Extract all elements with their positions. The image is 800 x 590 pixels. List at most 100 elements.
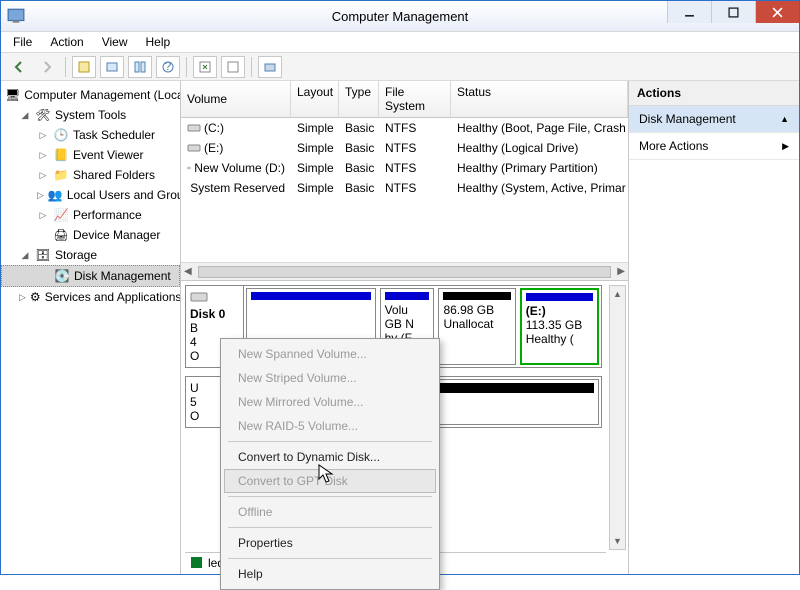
tree-perf[interactable]: ▷ 📈 Performance — [1, 205, 180, 225]
titlebar: Computer Management — [1, 1, 799, 31]
tree-systools[interactable]: ◢🛠System Tools — [1, 105, 180, 125]
partition-selected[interactable]: (E:)113.35 GBHealthy ( — [520, 288, 599, 365]
tree-storage[interactable]: ◢ 🗄 Storage — [1, 245, 180, 265]
settings-icon[interactable] — [221, 56, 245, 78]
more-actions[interactable]: More Actions▶ — [629, 133, 799, 160]
tree-label: System Tools — [55, 108, 126, 122]
close-button[interactable] — [755, 1, 799, 23]
col-status[interactable]: Status — [451, 81, 628, 117]
collapse-icon[interactable]: ▲ — [780, 114, 789, 124]
menu-file[interactable]: File — [5, 33, 40, 51]
app-icon — [7, 7, 25, 25]
actions-title-row[interactable]: Disk Management ▲ — [629, 106, 799, 133]
expand-icon[interactable]: ▷ — [37, 189, 44, 201]
tree-services[interactable]: ▷⚙Services and Applications — [1, 287, 180, 307]
menu-new-mirrored: New Mirrored Volume... — [224, 390, 436, 414]
disk-icon: 💽 — [54, 268, 70, 284]
tree-root[interactable]: 🖥Computer Management (Local — [1, 85, 180, 105]
legend-swatch — [191, 557, 202, 568]
menu-separator — [228, 441, 432, 442]
volume-row[interactable]: (E:) Simple Basic NTFS Healthy (Logical … — [181, 138, 628, 158]
scroll-left-icon[interactable]: ◀ — [184, 266, 192, 277]
volume-row[interactable]: New Volume (D:) Simple Basic NTFS Health… — [181, 158, 628, 178]
tree-task[interactable]: ▷ 🕒 Task Scheduler — [1, 125, 180, 145]
cell: Healthy (Primary Partition) — [451, 160, 628, 176]
tree-devmgr[interactable]: 🖨Device Manager — [1, 225, 180, 245]
menu-action[interactable]: Action — [42, 33, 91, 51]
col-filesystem[interactable]: File System — [379, 81, 451, 117]
col-layout[interactable]: Layout — [291, 81, 339, 117]
list-header[interactable]: Volume Layout Type File System Status — [181, 81, 628, 118]
tree-diskmgmt[interactable]: 💽Disk Management — [1, 265, 180, 287]
cell: (E:) — [204, 141, 223, 155]
scroll-thumb[interactable] — [198, 266, 612, 278]
part-text: Unallocat — [443, 317, 510, 331]
menubar: File Action View Help — [1, 31, 799, 53]
toolbar-divider — [251, 57, 252, 77]
expand-icon[interactable]: ▷ — [37, 209, 49, 221]
collapse-icon[interactable]: ◢ — [19, 109, 31, 121]
scroll-down-icon[interactable]: ▼ — [610, 533, 625, 549]
forward-button[interactable] — [35, 56, 59, 78]
disk-name: Disk 0 — [190, 307, 239, 321]
actions-title: Disk Management — [639, 112, 736, 126]
toolbar-icon-1[interactable] — [72, 56, 96, 78]
tree-label: Local Users and Groups — [67, 188, 181, 202]
tree-label: Performance — [73, 208, 142, 222]
help-icon[interactable]: ? — [156, 56, 180, 78]
menu-separator — [228, 496, 432, 497]
col-type[interactable]: Type — [339, 81, 379, 117]
menu-properties[interactable]: Properties — [224, 531, 436, 555]
drive-icon — [187, 122, 201, 134]
tree-label: Task Scheduler — [73, 128, 155, 142]
toolbar-icon-3[interactable] — [128, 56, 152, 78]
h-scrollbar[interactable]: ◀▶ — [181, 262, 628, 280]
computer-icon: 🖥 — [5, 87, 20, 103]
volume-row[interactable]: System Reserved Simple Basic NTFS Health… — [181, 178, 628, 198]
drive-icon — [187, 142, 201, 154]
back-button[interactable] — [7, 56, 31, 78]
tree-label: Storage — [55, 248, 97, 262]
cell: Simple — [291, 120, 339, 136]
cell: Healthy (System, Active, Primar — [451, 180, 628, 196]
expand-icon[interactable]: ▷ — [37, 129, 49, 141]
window-title: Computer Management — [332, 9, 469, 24]
cell: Basic — [339, 180, 379, 196]
volume-list: Volume Layout Type File System Status (C… — [181, 81, 628, 281]
expand-icon[interactable]: ▷ — [37, 169, 49, 181]
part-text: (E:) — [526, 304, 593, 318]
perf-icon: 📈 — [53, 207, 69, 223]
toolbar-icon-last[interactable] — [258, 56, 282, 78]
event-icon: 📒 — [53, 147, 69, 163]
disk-meta: B — [190, 321, 239, 335]
v-scrollbar[interactable]: ▲▼ — [609, 285, 626, 550]
refresh-icon[interactable] — [193, 56, 217, 78]
minimize-button[interactable] — [667, 1, 711, 23]
cell: Basic — [339, 120, 379, 136]
expand-icon[interactable]: ▷ — [19, 291, 26, 303]
clock-icon: 🕒 — [53, 127, 69, 143]
context-menu: New Spanned Volume... New Striped Volume… — [220, 338, 440, 590]
menu-help[interactable]: Help — [138, 33, 179, 51]
users-icon: 👥 — [48, 187, 63, 203]
toolbar-icon-2[interactable] — [100, 56, 124, 78]
collapse-icon[interactable]: ◢ — [19, 249, 31, 261]
maximize-button[interactable] — [711, 1, 755, 23]
menu-convert-gpt: Convert to GPT Disk — [224, 469, 436, 493]
scroll-up-icon[interactable]: ▲ — [610, 286, 625, 302]
tree-event[interactable]: ▷📒Event Viewer — [1, 145, 180, 165]
expand-icon[interactable]: ▷ — [37, 149, 49, 161]
cell: System Reserved — [190, 181, 285, 195]
scroll-right-icon[interactable]: ▶ — [617, 266, 625, 277]
storage-icon: 🗄 — [35, 247, 51, 263]
tree-shared[interactable]: ▷📁Shared Folders — [1, 165, 180, 185]
volume-row[interactable]: (C:) Simple Basic NTFS Healthy (Boot, Pa… — [181, 118, 628, 138]
tree-users[interactable]: ▷ 👥 Local Users and Groups — [1, 185, 180, 205]
partition-unallocated[interactable]: 86.98 GBUnallocat — [438, 288, 515, 365]
menu-view[interactable]: View — [94, 33, 136, 51]
menu-convert-dynamic[interactable]: Convert to Dynamic Disk... — [224, 445, 436, 469]
part-text: GB N — [385, 317, 430, 331]
nav-tree[interactable]: 🖥Computer Management (Local ◢🛠System Too… — [1, 81, 181, 574]
menu-help[interactable]: Help — [224, 562, 436, 586]
col-volume[interactable]: Volume — [181, 81, 291, 117]
